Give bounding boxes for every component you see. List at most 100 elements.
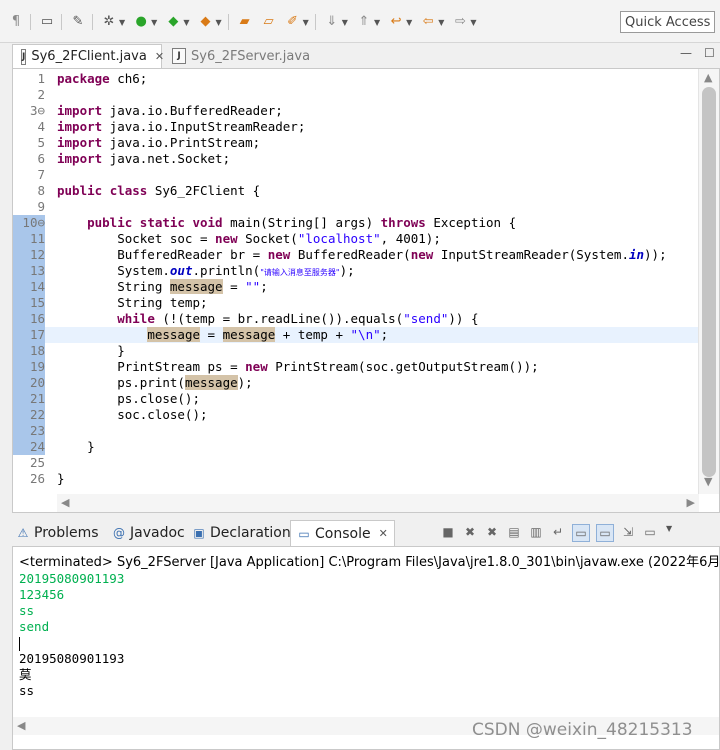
scroll-down-icon[interactable]: ▼ — [704, 475, 712, 488]
maximize-icon[interactable]: ☐ — [704, 46, 715, 60]
code-line[interactable]: 7 — [13, 167, 699, 183]
code-text: public class Sy6_2FClient { — [57, 183, 260, 199]
code-line[interactable]: 1 package ch6; — [13, 71, 699, 87]
tab-sy6-2fclient[interactable]: J Sy6_2FClient.java ✕ — [12, 44, 164, 68]
last-edit-dropdown-icon[interactable]: ▼ — [406, 18, 412, 27]
code-line[interactable]: 21 ps.close(); — [13, 391, 699, 407]
scrollbar-thumb[interactable] — [702, 87, 716, 477]
tab-sy6-2fserver[interactable]: J Sy6_2FServer.java — [172, 44, 310, 68]
code-line[interactable]: 17 message = message + temp + "\n"; — [13, 327, 699, 343]
code-line[interactable]: 11 Socket soc = new Socket("localhost", … — [13, 231, 699, 247]
code-line[interactable]: 18 } — [13, 343, 699, 359]
close-icon[interactable]: ✕ — [155, 50, 164, 63]
scroll-up-icon[interactable]: ▲ — [704, 71, 712, 84]
next-annotation-dropdown-icon[interactable]: ▼ — [342, 18, 348, 27]
show-on-stdout-icon[interactable]: ▭ — [572, 524, 590, 542]
at-icon: @ — [113, 526, 125, 540]
code-token: "请输入消息至服务器" — [260, 268, 340, 277]
code-token: out — [169, 263, 193, 278]
code-editor[interactable]: 1 package ch6; 2 3⊖ import java.io.BufferedR… — [12, 68, 720, 513]
line-number: 4 — [37, 119, 45, 134]
debug-icon[interactable]: ✲ — [101, 14, 117, 30]
next-annotation-icon[interactable]: ⇓ — [324, 14, 340, 30]
code-line[interactable]: 3⊖ import java.io.BufferedReader; — [13, 103, 699, 119]
java-file-icon: J — [172, 48, 186, 64]
forward-dropdown-icon[interactable]: ▼ — [470, 18, 476, 27]
skip-breakpoints-icon[interactable]: ✎ — [70, 14, 86, 30]
code-line[interactable]: 9 — [13, 199, 699, 215]
code-token: .println( — [192, 263, 261, 278]
code-line[interactable]: 20 ps.print(message); — [13, 375, 699, 391]
back-icon[interactable]: ⇦ — [420, 14, 436, 30]
line-number: 13 — [13, 263, 45, 279]
code-line[interactable]: 12 BufferedReader br = new BufferedReade… — [13, 247, 699, 263]
word-wrap-icon[interactable]: ↵ — [550, 524, 566, 540]
code-text: message = message + temp + "\n"; — [57, 327, 388, 343]
tab-javadoc[interactable]: @ Javadoc — [112, 520, 185, 546]
code-token: new — [245, 359, 268, 374]
horizontal-scrollbar[interactable]: ◀ ▶ — [57, 494, 699, 512]
previous-annotation-icon[interactable]: ⇑ — [356, 14, 372, 30]
code-line[interactable]: 16 while (!(temp = br.readLine()).equals… — [13, 311, 699, 327]
vertical-scrollbar[interactable]: ▲ ▼ — [698, 69, 719, 494]
task-dropdown-icon[interactable]: ▼ — [303, 18, 309, 27]
code-line[interactable]: 6 import java.net.Socket; — [13, 151, 699, 167]
coverage-dropdown-icon[interactable]: ▼ — [183, 18, 189, 27]
block-selection-icon[interactable]: ▭ — [39, 14, 55, 30]
scroll-right-icon[interactable]: ▶ — [687, 496, 695, 509]
code-text: import java.io.PrintStream; — [57, 135, 260, 151]
forward-icon[interactable]: ⇨ — [452, 14, 468, 30]
code-line[interactable]: 5 import java.io.PrintStream; — [13, 135, 699, 151]
remove-launch-icon[interactable]: ✖ — [462, 524, 478, 540]
new-package-icon[interactable]: ▰ — [237, 14, 253, 30]
code-line[interactable]: 19 PrintStream ps = new PrintStream(soc.… — [13, 359, 699, 375]
pin-console-icon[interactable]: ⇲ — [620, 524, 636, 540]
code-line[interactable]: 24 } — [13, 439, 699, 455]
open-type-icon[interactable]: ▱ — [261, 14, 277, 30]
external-tools-icon[interactable]: ◆ — [197, 14, 213, 30]
line-number: 2 — [37, 87, 45, 102]
clear-console-icon[interactable]: ▤ — [506, 524, 522, 540]
quick-access-input[interactable] — [620, 11, 715, 33]
code-line[interactable]: 23 — [13, 423, 699, 439]
terminate-icon[interactable]: ■ — [440, 524, 456, 540]
code-line[interactable]: 25 — [13, 455, 699, 471]
close-icon[interactable]: ✕ — [379, 527, 388, 540]
line-number: 16 — [13, 311, 45, 327]
run-icon[interactable]: ● — [133, 14, 149, 30]
code-line[interactable]: 2 — [13, 87, 699, 103]
external-tools-dropdown-icon[interactable]: ▼ — [215, 18, 221, 27]
run-dropdown-icon[interactable]: ▼ — [151, 18, 157, 27]
line-number: 20 — [13, 375, 45, 391]
previous-annotation-dropdown-icon[interactable]: ▼ — [374, 18, 380, 27]
code-area[interactable]: 1 package ch6; 2 3⊖ import java.io.BufferedR… — [13, 71, 699, 487]
code-line[interactable]: 26} — [13, 471, 699, 487]
show-on-stderr-icon[interactable]: ▭ — [596, 524, 614, 542]
code-line[interactable]: 22 soc.close(); — [13, 407, 699, 423]
scroll-left-icon[interactable]: ◀ — [61, 496, 69, 509]
display-console-icon[interactable]: ▭ — [642, 524, 658, 540]
show-whitespace-icon[interactable]: ¶ — [8, 14, 24, 30]
minimize-icon[interactable]: — — [680, 46, 692, 60]
back-dropdown-icon[interactable]: ▼ — [438, 18, 444, 27]
code-line[interactable]: 4 import java.io.InputStreamReader; — [13, 119, 699, 135]
code-line[interactable]: 10⊖ public static void main(String[] arg… — [13, 215, 699, 231]
last-edit-icon[interactable]: ↩ — [388, 14, 404, 30]
coverage-icon[interactable]: ◆ — [165, 14, 181, 30]
code-line[interactable]: 13 System.out.println("请输入消息至服务器"); — [13, 263, 699, 279]
console-input-line: 20195080901193 — [19, 571, 125, 586]
code-line[interactable]: 8 public class Sy6_2FClient { — [13, 183, 699, 199]
tab-declaration[interactable]: ▣ Declaration — [192, 520, 291, 546]
remove-all-terminated-icon[interactable]: ✖ — [484, 524, 500, 540]
code-line[interactable]: 15 String temp; — [13, 295, 699, 311]
scroll-left-icon[interactable]: ◀ — [17, 719, 25, 732]
scroll-lock-icon[interactable]: ▥ — [528, 524, 544, 540]
console-output[interactable]: 20195080901193 123456 ss send 20195080901193… — [19, 571, 124, 699]
debug-dropdown-icon[interactable]: ▼ — [119, 18, 125, 27]
code-line[interactable]: 14 String message = ""; — [13, 279, 699, 295]
tab-problems[interactable]: ⚠ Problems — [16, 520, 99, 546]
open-task-icon[interactable]: ✐ — [285, 14, 301, 30]
display-console-dropdown-icon[interactable]: ▼ — [666, 524, 672, 542]
tab-console[interactable]: ▭ Console ✕ — [290, 520, 395, 546]
tab-label: Declaration — [210, 525, 291, 541]
